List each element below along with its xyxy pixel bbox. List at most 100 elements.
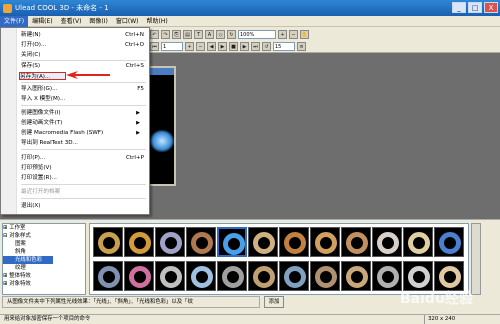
fps-field[interactable]: 15 (273, 41, 295, 51)
fps-icon[interactable]: ≡ (297, 41, 306, 51)
watermark: Baidu经验 (400, 291, 473, 307)
copy-icon[interactable]: ⎘ (172, 29, 181, 39)
minimize-button[interactable]: _ (452, 2, 466, 13)
effect-thumbnail[interactable] (279, 227, 309, 257)
menu-separator (21, 184, 146, 185)
menu-item-print-setup[interactable]: 打印设置(R)... (21, 174, 146, 182)
submenu-arrow-icon: ▶ (136, 130, 140, 136)
tree-item[interactable]: 图案 (3, 240, 85, 248)
tree-item[interactable]: ⊞ 整体特效 (3, 272, 85, 280)
status-text: 用来给对象加密保存一个项目的命令 (4, 316, 91, 322)
menu-window[interactable]: 窗口(W) (112, 16, 143, 27)
text-icon[interactable]: T (194, 29, 203, 39)
menu-item-exit[interactable]: 退出(X) (21, 202, 146, 210)
tree-item[interactable]: 斜角 (3, 248, 85, 256)
play-icon[interactable]: ▶ (218, 41, 227, 51)
effect-thumbnail[interactable] (124, 261, 154, 291)
thumbnail-ring (191, 266, 213, 288)
status-bar: 用来给对象加密保存一个项目的命令 320 x 240 (0, 314, 500, 324)
maximize-button[interactable]: □ (468, 2, 482, 13)
menu-item-print[interactable]: 打印(P)... Ctrl+P (21, 154, 146, 162)
submenu-arrow-icon: ▶ (136, 120, 140, 126)
menu-item-create-flash[interactable]: 创建 Macromedia Flash (SWF) ▶ (21, 129, 146, 137)
category-tree: ⊞ 工作室 ⊟ 对象样式 图案 斜角 光线和色彩 纹理 ⊞ 整体特效 ⊞ 对象特… (2, 223, 86, 295)
zoom-out-icon[interactable]: − (289, 29, 298, 39)
effect-thumbnail[interactable] (186, 261, 216, 291)
effect-thumbnail[interactable] (372, 261, 402, 291)
effect-thumbnail[interactable] (186, 227, 216, 257)
menu-help[interactable]: 帮助(H) (143, 16, 172, 27)
first-frame-icon[interactable]: ⏮ (150, 41, 159, 51)
thumbnails-scrollbar[interactable] (471, 223, 481, 295)
menu-view[interactable]: 查看(V) (57, 16, 86, 27)
menu-item-print-preview[interactable]: 打印预览(V) (21, 164, 146, 172)
close-button[interactable]: X (484, 2, 498, 13)
menu-item-save[interactable]: 保存(S) Ctrl+S (21, 62, 146, 70)
tree-item[interactable]: ⊟ 对象样式 (3, 232, 85, 240)
effect-thumbnail[interactable] (124, 227, 154, 257)
undo-icon[interactable]: ↶ (150, 29, 159, 39)
canvas-size: 320 x 240 (424, 315, 464, 324)
loop-icon[interactable]: ↺ (262, 41, 271, 51)
menu-item-close[interactable]: 关闭(C) (21, 51, 146, 59)
effect-thumbnail[interactable] (310, 261, 340, 291)
menu-item-create-image-file[interactable]: 创建图像文件(I) ▶ (21, 109, 146, 117)
effect-thumbnail[interactable] (434, 261, 464, 291)
effect-thumbnail[interactable] (434, 227, 464, 257)
menu-item-open[interactable]: 打开(O)... Ctrl+O (21, 41, 146, 49)
effect-thumbnail[interactable] (310, 227, 340, 257)
effect-thumbnail[interactable] (341, 227, 371, 257)
menu-file[interactable]: 文件(F) (0, 15, 29, 27)
menu-separator (21, 82, 146, 83)
menu-item-new[interactable]: 新建(N) Ctrl+N (21, 31, 146, 39)
window-title: Ulead COOL 3D - 未命名 - 1 (15, 4, 109, 12)
tree-item-selected[interactable]: 光线和色彩 (3, 256, 53, 264)
menu-item-create-animation-file[interactable]: 创建动画文件(T) ▶ (21, 119, 146, 127)
edit-text-icon[interactable]: A (205, 29, 214, 39)
add-frame-icon[interactable]: + (185, 41, 194, 51)
menu-edit[interactable]: 编辑(E) (28, 16, 56, 27)
zoom-in-icon[interactable]: + (278, 29, 287, 39)
last-frame-icon[interactable]: ⏭ (251, 41, 260, 51)
zoom-field[interactable]: 100% (238, 29, 276, 39)
effect-thumbnail[interactable] (248, 227, 278, 257)
spin-icon[interactable]: ↻ (227, 29, 236, 39)
effect-thumbnail[interactable] (372, 227, 402, 257)
hand-icon[interactable]: ✋ (300, 29, 309, 39)
effect-thumbnail[interactable] (403, 227, 433, 257)
effect-thumbnail[interactable] (155, 261, 185, 291)
menu-item-import-x-model[interactable]: 导入 X 模型(M)... (21, 95, 146, 103)
add-button[interactable]: 添加 (264, 296, 284, 308)
effect-thumbnail[interactable] (279, 261, 309, 291)
next-frame-icon[interactable]: ▶ (240, 41, 249, 51)
thumbnail-ring (98, 266, 120, 288)
paste-icon[interactable]: ▤ (183, 29, 192, 39)
effect-thumbnail[interactable] (93, 227, 123, 257)
remove-frame-icon[interactable]: − (196, 41, 205, 51)
prev-frame-icon[interactable]: ◀ (207, 41, 216, 51)
effect-thumbnail[interactable] (248, 261, 278, 291)
effect-thumbnail[interactable] (403, 261, 433, 291)
frame-field[interactable]: 1 (161, 41, 183, 51)
shape-icon[interactable]: ◇ (216, 29, 225, 39)
tree-item[interactable]: 纹理 (3, 264, 85, 272)
tree-item[interactable]: ⊞ 对象特效 (3, 280, 85, 288)
effect-thumbnails (89, 223, 469, 295)
menu-item-save-as[interactable]: 另存为(A)... (19, 72, 66, 80)
menu-item-export-realtext[interactable]: 导出到 RealText 3D... (21, 139, 146, 147)
thumbnail-ring (439, 232, 461, 254)
thumbnail-ring (160, 266, 182, 288)
tree-item[interactable]: ⊞ 工作室 (3, 224, 85, 232)
toolbar-row-bottom: ⏮ 1 + − ◀ ▶ ■ ▶ ⏭ ↺ 15 ≡ (150, 40, 306, 52)
thumbnail-ring (98, 232, 120, 254)
effect-thumbnail[interactable] (217, 227, 247, 257)
menu-image[interactable]: 图像(I) (85, 16, 111, 27)
effect-thumbnail[interactable] (217, 261, 247, 291)
menu-item-import-graphic[interactable]: 导入图形(G)... F5 (21, 85, 146, 93)
effect-thumbnail[interactable] (155, 227, 185, 257)
effect-thumbnail[interactable] (93, 261, 123, 291)
stop-icon[interactable]: ■ (229, 41, 238, 51)
effect-thumbnail[interactable] (341, 261, 371, 291)
redo-icon[interactable]: ↷ (161, 29, 170, 39)
thumbnail-ring (223, 233, 245, 255)
